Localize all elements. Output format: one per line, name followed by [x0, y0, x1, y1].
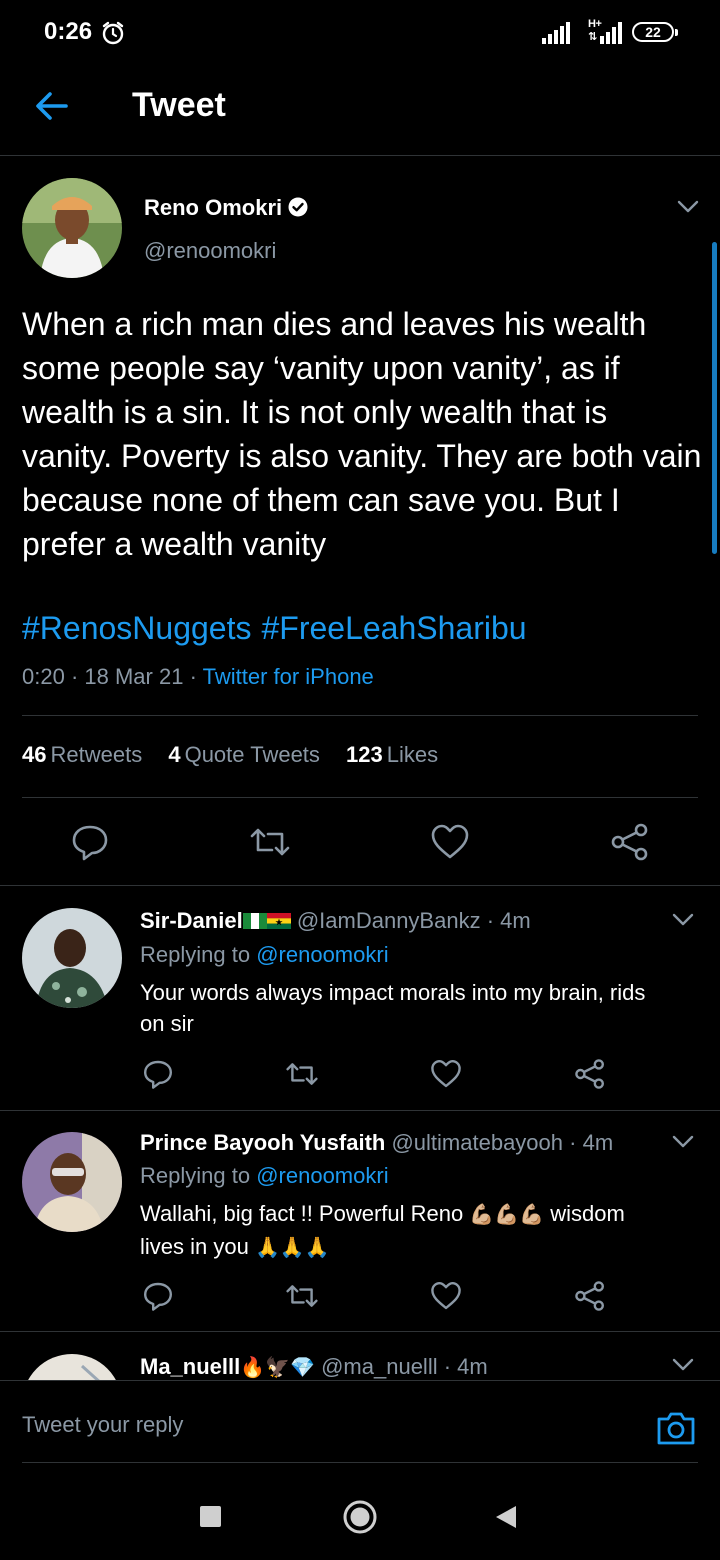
tweet-time: 0:20: [22, 664, 65, 689]
author-name-row[interactable]: Reno Omokri: [144, 195, 308, 221]
meta-divider: [22, 715, 698, 716]
chevron-down-icon[interactable]: [672, 1135, 694, 1149]
quotes-count: 4: [168, 742, 181, 767]
share-icon[interactable]: [574, 1280, 606, 1312]
quotes-label: Quote Tweets: [184, 742, 320, 767]
share-icon[interactable]: [610, 822, 650, 862]
reply-header: Ma_nuelll🔥🦅💎 @ma_nuelll · 4m: [140, 1354, 488, 1379]
retweet-icon[interactable]: [286, 1058, 318, 1090]
retweets-count: 46: [22, 742, 47, 767]
signal-icon: [542, 22, 570, 44]
reply-input[interactable]: Tweet your reply: [22, 1412, 183, 1438]
chevron-down-icon[interactable]: [672, 1358, 694, 1372]
verified-icon: [288, 197, 308, 217]
reply-text-part: wisdom: [550, 1201, 625, 1226]
replying-to: Replying to @renoomokri: [140, 942, 389, 968]
folded-hands-emoji: 🙏🙏🙏: [254, 1237, 330, 1259]
reply-text-line: Your words always impact morals into my …: [140, 980, 646, 1005]
likes-label: Likes: [386, 742, 439, 767]
chevron-down-icon[interactable]: [672, 913, 694, 927]
actions-divider: [0, 885, 720, 886]
chevron-down-icon[interactable]: [677, 200, 699, 214]
reply-author-handle[interactable]: @ma_nuelll: [321, 1354, 438, 1379]
header-divider: [0, 155, 720, 156]
tweet-text: When a rich man dies and leaves his weal…: [22, 306, 702, 562]
battery-icon: 22: [632, 22, 678, 42]
tweet-hashtags: #RenosNuggets #FreeLeahSharibu: [22, 610, 537, 647]
replying-to-handle[interactable]: @renoomokri: [256, 1163, 388, 1188]
reply-partial: Ma_nuelll🔥🦅💎 @ma_nuelll · 4m: [0, 1332, 720, 1380]
quotes-stat[interactable]: 4 Quote Tweets: [168, 742, 320, 767]
share-icon[interactable]: [574, 1058, 606, 1090]
back-arrow-icon[interactable]: [32, 88, 72, 124]
tweet-stats: 46 Retweets 4 Quote Tweets 123 Likes: [22, 742, 458, 768]
reply-author-handle[interactable]: @IamDannyBankz: [297, 908, 481, 933]
reply-divider: [0, 1110, 720, 1111]
reply-age: 4m: [457, 1354, 488, 1379]
replying-to-handle[interactable]: @renoomokri: [256, 942, 388, 967]
camera-icon[interactable]: [656, 1410, 696, 1446]
reply-text-part: lives in you: [140, 1234, 249, 1259]
reply-text: Your words always impact morals into my …: [140, 977, 710, 1039]
recent-apps-button[interactable]: [200, 1506, 221, 1527]
replying-to: Replying to @renoomokri: [140, 1163, 389, 1189]
retweets-label: Retweets: [50, 742, 143, 767]
replying-label: Replying to: [140, 1163, 251, 1188]
reply-header: Prince Bayooh Yusfaith @ultimatebayooh ·…: [140, 1130, 614, 1155]
nigeria-flag-icon: [242, 913, 267, 929]
back-button[interactable]: [494, 1504, 518, 1530]
likes-count: 123: [346, 742, 383, 767]
reply-age: 4m: [500, 908, 531, 933]
reply-author-name[interactable]: Prince Bayooh Yusfaith: [140, 1130, 385, 1155]
name-emoji: 🔥🦅💎: [240, 1357, 315, 1379]
compose-bottom-divider: [22, 1462, 698, 1463]
reply-author-name[interactable]: Sir-Daniel: [140, 908, 243, 933]
reply-author-name[interactable]: Ma_nuelll: [140, 1354, 240, 1379]
reply-icon[interactable]: [70, 822, 110, 862]
reply-text-line: on sir: [140, 1011, 194, 1036]
reply-age: 4m: [582, 1130, 614, 1155]
retweets-stat[interactable]: 46 Retweets: [22, 742, 142, 767]
reply-avatar[interactable]: [22, 908, 122, 1008]
reply-text-part: Wallahi, big fact !! Powerful Reno: [140, 1201, 464, 1226]
tweet-source[interactable]: Twitter for iPhone: [203, 664, 374, 689]
reply-text: Wallahi, big fact !! Powerful Reno 💪🏼💪🏼💪…: [140, 1198, 710, 1264]
hashtag-link[interactable]: #FreeLeahSharibu: [261, 610, 526, 646]
reply-author-handle[interactable]: @ultimatebayooh: [391, 1130, 563, 1155]
stats-divider: [22, 797, 698, 798]
page-title: Tweet: [132, 86, 226, 124]
reply-text-line: lives in you 🙏🙏🙏: [140, 1231, 710, 1264]
reply-avatar[interactable]: [22, 1132, 122, 1232]
like-icon[interactable]: [430, 1058, 462, 1090]
flexed-biceps-emoji: 💪🏼💪🏼💪🏼: [469, 1204, 545, 1226]
compose-divider: [0, 1380, 720, 1381]
like-icon[interactable]: [430, 1280, 462, 1312]
reply-text-line: Wallahi, big fact !! Powerful Reno 💪🏼💪🏼💪…: [140, 1198, 710, 1231]
tweet-meta: 0:20 · 18 Mar 21 · Twitter for iPhone: [22, 664, 374, 689]
tweet-date: 18 Mar 21: [84, 664, 184, 689]
author-handle[interactable]: @renoomokri: [144, 238, 276, 264]
hashtag-link[interactable]: #RenosNuggets: [22, 610, 251, 646]
likes-stat[interactable]: 123 Likes: [346, 742, 438, 767]
reply-icon[interactable]: [142, 1280, 174, 1312]
retweet-icon[interactable]: [250, 822, 290, 862]
author-avatar[interactable]: [22, 178, 122, 278]
like-icon[interactable]: [430, 822, 470, 862]
reply-icon[interactable]: [142, 1058, 174, 1090]
home-button[interactable]: [342, 1499, 378, 1535]
ghana-flag-icon: [266, 913, 291, 929]
retweet-icon[interactable]: [286, 1280, 318, 1312]
alarm-icon: [102, 21, 124, 45]
reply-header: Sir-Daniel @IamDannyBankz · 4m: [140, 908, 531, 933]
replying-label: Replying to: [140, 942, 251, 967]
author-name[interactable]: Reno Omokri: [144, 195, 282, 220]
reply-avatar[interactable]: [22, 1354, 122, 1380]
scrollbar[interactable]: [712, 242, 717, 554]
signal-icon-2: [600, 22, 622, 44]
status-time: 0:26: [44, 18, 93, 45]
